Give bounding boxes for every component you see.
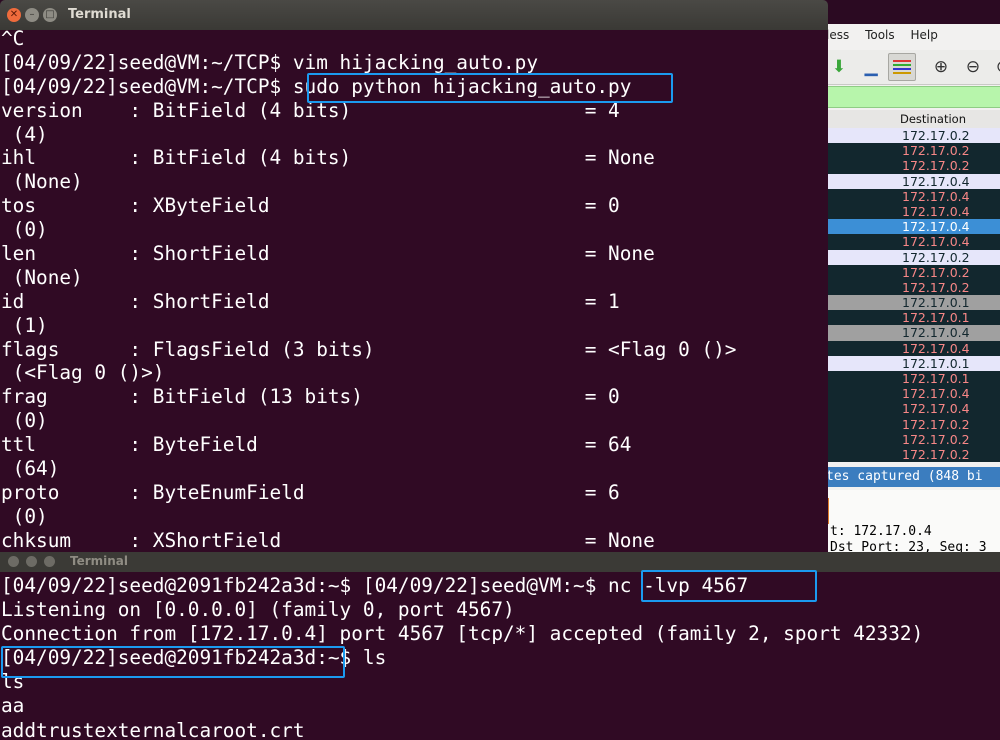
terminal-line: ihl : BitField (4 bits) = None <box>1 146 655 170</box>
menu-item-tools[interactable]: Tools <box>865 28 895 42</box>
terminal-line: ^C <box>1 27 25 50</box>
terminal-window-bottom: Terminal [04/09/22]seed@2091fb242a3d:~$ … <box>0 552 1000 740</box>
window-titlebar[interactable]: Terminal <box>0 552 1000 572</box>
packet-list-header: Destination <box>826 110 1000 129</box>
display-filter-bar[interactable] <box>826 86 1000 108</box>
terminal-line: (0) <box>1 504 48 528</box>
packet-row[interactable]: 172.17.0.2 <box>826 249 1000 265</box>
terminal-line: (0) <box>1 218 48 242</box>
packet-row[interactable]: 172.17.0.2 <box>826 446 1000 463</box>
packet-row[interactable]: 172.17.0.2 <box>826 264 1000 280</box>
terminal-line: (<Flag 0 ()>) <box>1 361 165 385</box>
terminal-line: (None) <box>1 170 83 194</box>
packet-row[interactable]: 172.17.0.2 <box>826 143 1000 159</box>
terminal-line: (0) <box>1 409 48 433</box>
zoom-reset-icon[interactable]: ⊙ <box>990 54 1000 80</box>
maximize-icon[interactable]: □ <box>43 8 57 22</box>
terminal-line: frag : BitField (13 bits) = 0 <box>1 385 620 409</box>
packet-row[interactable]: 172.17.0.1 <box>826 295 1000 311</box>
wireshark-window: less Tools Help ⬇ ▁ ⊕ ⊖ ⊙ Destination 17… <box>826 24 1000 554</box>
highlight-box-command <box>307 73 673 103</box>
packet-row[interactable]: 172.17.0.4 <box>826 219 1000 235</box>
close-icon[interactable]: ✕ <box>7 8 21 22</box>
colorize-icon[interactable] <box>888 53 916 81</box>
packet-row[interactable]: 172.17.0.2 <box>826 416 1000 432</box>
packet-row[interactable]: 172.17.0.1 <box>826 371 1000 387</box>
packet-row[interactable]: 172.17.0.4 <box>826 386 1000 402</box>
packet-row[interactable]: 172.17.0.4 <box>826 325 1000 341</box>
terminal-output[interactable]: ^C [04/09/22]seed@VM:~/TCP$ vim hijacking… <box>0 27 828 553</box>
window-title: Terminal <box>70 554 129 568</box>
terminal-line: addtrustexternalcaroot.crt <box>1 718 305 740</box>
terminal-line: id : ShortField = 1 <box>1 289 620 313</box>
packet-row[interactable]: 172.17.0.2 <box>826 128 1000 144</box>
status-text: tes captured (848 bi <box>826 469 983 484</box>
terminal-line: len : ShortField = None <box>1 242 655 266</box>
terminal-line: (None) <box>1 265 83 289</box>
terminal-line: Listening on [0.0.0.0] (family 0, port 4… <box>1 598 515 622</box>
close-icon[interactable] <box>8 556 19 567</box>
maximize-icon[interactable] <box>44 556 55 567</box>
terminal-line: proto : ByteEnumField = 6 <box>1 480 620 504</box>
zoom-in-icon[interactable]: ⊕ <box>928 54 954 80</box>
download-icon[interactable]: ⬇ <box>826 54 852 80</box>
packet-row[interactable]: 172.17.0.2 <box>826 158 1000 174</box>
packet-row[interactable]: 172.17.0.4 <box>826 188 1000 204</box>
packet-row[interactable]: 172.17.0.1 <box>826 310 1000 326</box>
terminal-line: aa <box>1 694 25 718</box>
terminal-window-top: ✕ – □ Terminal ^C [04/09/22]seed@VM:~/TCP… <box>0 0 828 554</box>
terminal-line: tos : XByteField = 0 <box>1 194 620 218</box>
window-titlebar[interactable]: ✕ – □ Terminal <box>0 0 828 30</box>
detail-line: t: 172.17.0.4 <box>830 524 932 539</box>
column-destination[interactable]: Destination <box>900 112 966 126</box>
packet-list: 172.17.0.2 172.17.0.2 172.17.0.2 172.17.0.4… <box>826 128 1000 463</box>
packet-row[interactable]: 172.17.0.4 <box>826 401 1000 417</box>
terminal-line: Connection from [172.17.0.4] port 4567 [… <box>1 622 924 646</box>
window-title: Terminal <box>68 7 131 22</box>
packet-row[interactable]: 172.17.0.2 <box>826 431 1000 447</box>
terminal-line: chksum : XShortField = None <box>1 528 655 552</box>
packet-row[interactable]: 172.17.0.4 <box>826 173 1000 189</box>
packet-details-pane: t: 172.17.0.4 Dst Port: 23, Seq: 3 <box>826 490 1000 554</box>
capture-status-bar: tes captured (848 bi <box>826 467 1000 487</box>
terminal-line: (4) <box>1 122 48 146</box>
terminal-line: flags : FlagsField (3 bits) = <Flag 0 ()… <box>1 337 737 361</box>
menu-item-wireless[interactable]: less <box>826 28 849 42</box>
highlight-box-prompt <box>1 646 345 678</box>
wireshark-toolbar: ⬇ ▁ ⊕ ⊖ ⊙ <box>826 50 1000 85</box>
packet-row[interactable]: 172.17.0.1 <box>826 355 1000 371</box>
autoscroll-icon[interactable]: ▁ <box>858 54 884 80</box>
terminal-line: [04/09/22]seed@2091fb242a3d:~$ [04/09/22… <box>1 574 749 597</box>
packet-row[interactable]: 172.17.0.4 <box>826 203 1000 220</box>
menu-item-help[interactable]: Help <box>910 28 937 42</box>
packet-row[interactable]: 172.17.0.4 <box>826 340 1000 356</box>
terminal-line: ttl : ByteField = 64 <box>1 433 632 457</box>
packet-row[interactable]: 172.17.0.2 <box>826 279 1000 296</box>
terminal-line: [04/09/22]seed@VM:~/TCP$ vim hijacking_a… <box>1 50 539 74</box>
highlight-box-nc-command <box>641 570 817 602</box>
minimize-icon[interactable] <box>26 556 37 567</box>
terminal-line: (64) <box>1 457 60 481</box>
zoom-out-icon[interactable]: ⊖ <box>960 54 986 80</box>
terminal-line: (1) <box>1 313 48 337</box>
packet-row[interactable]: 172.17.0.4 <box>826 234 1000 250</box>
wireshark-menubar: less Tools Help <box>826 28 950 48</box>
minimize-icon[interactable]: – <box>25 8 39 22</box>
